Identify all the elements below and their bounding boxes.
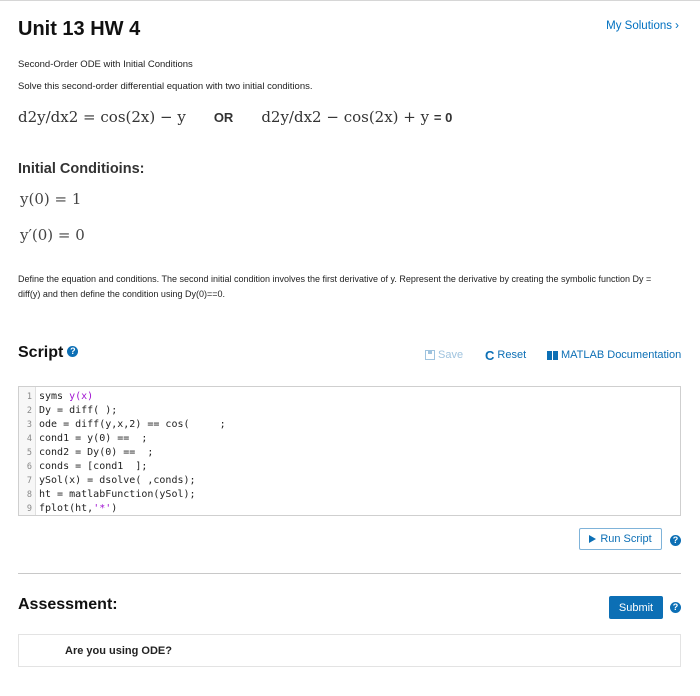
chevron-right-icon: ›	[675, 18, 679, 32]
my-solutions-link[interactable]: My Solutions ›	[606, 18, 679, 32]
run-script-label: Run Script	[600, 533, 652, 545]
code-text: ySol(x) = dsolve( ,conds);	[39, 475, 196, 486]
initial-condition-2: y′(0) = 0	[20, 226, 85, 244]
define-instructions: Define the equation and conditions. The …	[18, 274, 652, 299]
assessment-item[interactable]: Are you using ODE?	[18, 634, 681, 667]
line-number: 1	[26, 392, 32, 402]
book-icon	[547, 350, 558, 360]
code-text: cond1 = y(0) == ;	[39, 433, 148, 444]
run-script-button[interactable]: Run Script	[579, 528, 662, 550]
code-line[interactable]: 4 cond1 = y(0) == ;	[19, 432, 680, 446]
submit-help-icon[interactable]: ?	[670, 602, 681, 613]
help-icon[interactable]: ?	[67, 346, 79, 358]
line-number: 9	[26, 504, 32, 514]
code-line[interactable]: 3 ode = diff(y,x,2) == cos( ;	[19, 418, 680, 432]
line-number: 4	[26, 434, 32, 444]
initial-conditions-heading: Initial Conditioins:	[18, 161, 145, 177]
code-text: syms y(x)	[39, 391, 94, 402]
reset-icon: C	[485, 347, 495, 363]
equation-form-1: d2y/dx2 = cos(2x) − y	[18, 108, 186, 126]
code-line[interactable]: 2 Dy = diff( );	[19, 404, 680, 418]
line-number: 6	[26, 462, 32, 472]
problem-subtitle: Second-Order ODE with Initial Conditions	[18, 59, 193, 70]
code-line[interactable]: 6 conds = [cond1 ];	[19, 460, 680, 474]
code-line[interactable]: 1 syms y(x)	[19, 390, 680, 404]
page-title: Unit 13 HW 4	[18, 18, 141, 40]
equation-line: d2y/dx2 = cos(2x) − y OR d2y/dx2 − cos(2x)…	[18, 108, 452, 126]
line-number: 2	[26, 406, 32, 416]
code-area[interactable]: 1 syms y(x) 2 Dy = diff( ); 3 ode = diff(y,…	[19, 390, 680, 516]
code-line[interactable]: 9 fplot(ht,'*')	[19, 502, 680, 516]
equation-form-2-rhs: = 0	[433, 110, 453, 125]
save-label: Save	[438, 349, 464, 361]
submit-label: Submit	[618, 601, 654, 614]
matlab-documentation-link[interactable]: MATLAB Documentation	[547, 349, 681, 361]
code-text: ode = diff(y,x,2) == cos( ;	[39, 419, 226, 430]
reset-button[interactable]: C Reset	[485, 347, 527, 363]
assessment-heading: Assessment:	[18, 596, 118, 613]
line-number: 3	[26, 420, 32, 430]
section-divider	[18, 573, 681, 574]
or-label: OR	[213, 110, 234, 125]
my-solutions-label: My Solutions	[606, 20, 672, 32]
run-help-icon[interactable]: ?	[670, 535, 681, 546]
line-number: 5	[26, 448, 32, 458]
play-icon	[589, 535, 597, 543]
script-heading: Script?	[18, 344, 79, 362]
line-number: 7	[26, 476, 32, 486]
line-number: 8	[26, 490, 32, 500]
code-text: ht = matlabFunction(ySol);	[39, 489, 196, 500]
code-line[interactable]: 7 ySol(x) = dsolve( ,conds);	[19, 474, 680, 488]
code-line[interactable]: 8 ht = matlabFunction(ySol);	[19, 488, 680, 502]
documentation-label: MATLAB Documentation	[561, 349, 682, 361]
code-editor[interactable]: 1 syms y(x) 2 Dy = diff( ); 3 ode = diff(y,…	[18, 386, 681, 516]
reset-label: Reset	[497, 349, 527, 361]
top-divider	[0, 0, 700, 1]
script-title: Script	[18, 344, 64, 361]
assessment-question: Are you using ODE?	[65, 645, 172, 657]
code-text: fplot(ht,'*')	[39, 503, 118, 514]
code-text: cond2 = Dy(0) == ;	[39, 447, 154, 458]
equation-form-2: d2y/dx2 − cos(2x) + y	[261, 108, 430, 126]
code-text: conds = [cond1 ];	[39, 461, 148, 472]
initial-condition-1: y(0) = 1	[20, 190, 82, 208]
save-icon	[425, 350, 435, 360]
save-button[interactable]: Save	[425, 349, 463, 361]
code-text: Dy = diff( );	[39, 405, 118, 416]
submit-button[interactable]: Submit	[609, 596, 663, 619]
problem-instruction: Solve this second-order differential equ…	[18, 81, 313, 92]
code-line[interactable]: 5 cond2 = Dy(0) == ;	[19, 446, 680, 460]
